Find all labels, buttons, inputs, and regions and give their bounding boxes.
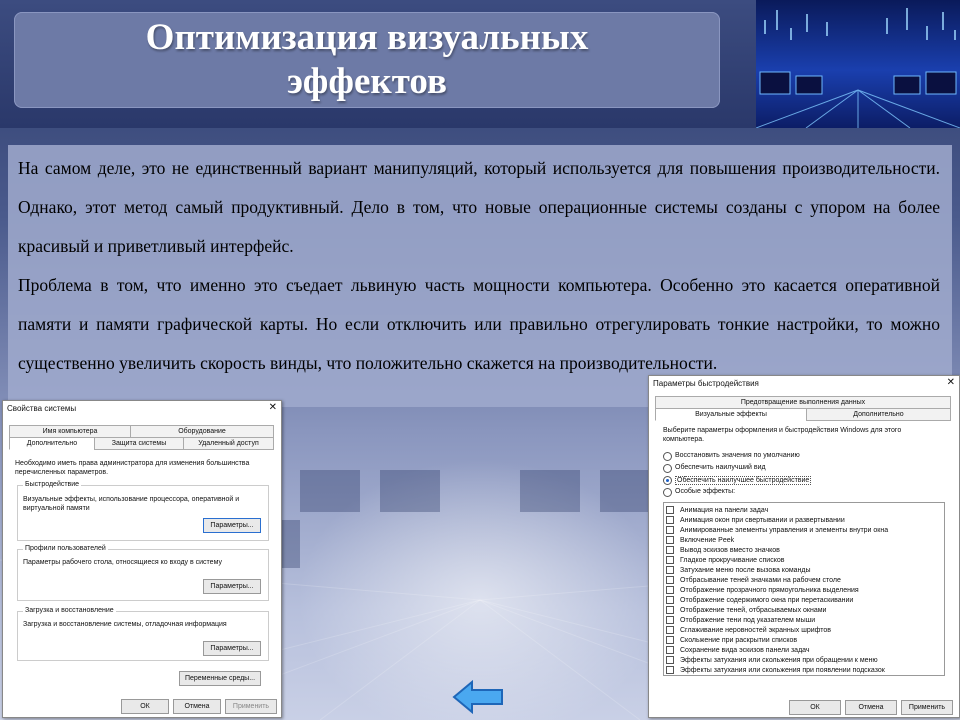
list-item[interactable]: Затухание меню после вызова команды xyxy=(666,565,944,575)
apply-button[interactable]: Применить xyxy=(901,700,953,715)
profiles-heading: Профили пользователей xyxy=(23,545,108,552)
checkbox[interactable] xyxy=(666,526,674,534)
admin-note: Необходимо иметь права администратора дл… xyxy=(15,460,250,476)
list-item[interactable]: Отображение теней, отбрасываемых окнами xyxy=(666,605,944,615)
list-item[interactable]: Анимация окон при свертывании и разверты… xyxy=(666,515,944,525)
paragraph-1: На самом деле, это не единственный вариа… xyxy=(18,158,940,256)
list-item[interactable]: Отображение прозрачного прямоугольника в… xyxy=(666,585,944,595)
startup-heading: Загрузка и восстановление xyxy=(23,607,116,614)
radio-custom[interactable] xyxy=(663,488,672,497)
close-icon[interactable]: ✕ xyxy=(269,402,277,413)
radio-default-label: Восстановить значения по умолчанию xyxy=(675,452,800,459)
list-item[interactable]: Анимация на панели задач xyxy=(666,505,944,515)
list-item[interactable]: Включение Peek xyxy=(666,535,944,545)
checkbox[interactable] xyxy=(666,606,674,614)
close-icon[interactable]: ✕ xyxy=(947,377,955,388)
tab-system-protection[interactable]: Защита системы xyxy=(94,437,184,450)
list-item[interactable]: Отбрасывание теней значками на рабочем с… xyxy=(666,575,944,585)
text-panel: На самом деле, это не единственный вариа… xyxy=(8,145,952,407)
list-item[interactable]: Скольжение при раскрытии списков xyxy=(666,635,944,645)
performance-options-dialog: Параметры быстродействия ✕ Предотвращени… xyxy=(648,375,960,718)
checkbox[interactable] xyxy=(666,636,674,644)
radio-default[interactable] xyxy=(663,452,672,461)
intro-text: Выберите параметры оформления и быстроде… xyxy=(663,427,902,443)
list-item[interactable]: Сохранение вида эскизов панели задач xyxy=(666,645,944,655)
ok-button[interactable]: ОК xyxy=(121,699,169,714)
list-item[interactable]: Отображение тени под указателем мыши xyxy=(666,615,944,625)
tab-advanced[interactable]: Дополнительно xyxy=(806,408,951,421)
checkbox[interactable] xyxy=(666,556,674,564)
effects-list[interactable]: Анимация на панели задач Анимация окон п… xyxy=(663,502,945,676)
checkbox[interactable] xyxy=(666,546,674,554)
checkbox[interactable] xyxy=(666,596,674,604)
radio-custom-label: Особые эффекты: xyxy=(675,488,736,495)
paragraph-2: Проблема в том, что именно это съедает л… xyxy=(18,275,940,373)
list-item[interactable]: Эффекты затухания или скольжения при поя… xyxy=(666,665,944,675)
checkbox[interactable] xyxy=(666,576,674,584)
checkbox[interactable] xyxy=(666,506,674,514)
checkbox[interactable] xyxy=(666,656,674,664)
tab-remote[interactable]: Удаленный доступ xyxy=(183,437,274,450)
checkbox[interactable] xyxy=(666,566,674,574)
checkbox[interactable] xyxy=(666,516,674,524)
checkbox[interactable] xyxy=(666,616,674,624)
startup-settings-button[interactable]: Параметры... xyxy=(203,641,261,656)
slide-title: Оптимизация визуальных эффектов xyxy=(145,17,589,102)
list-item[interactable]: Эффекты затухания или скольжения при обр… xyxy=(666,655,944,665)
cancel-button[interactable]: Отмена xyxy=(845,700,897,715)
tab-advanced[interactable]: Дополнительно xyxy=(9,437,95,450)
tab-visual-effects[interactable]: Визуальные эффекты xyxy=(655,408,807,421)
list-item[interactable]: Гладкое прокручивание списков xyxy=(666,555,944,565)
system-properties-dialog: Свойства системы ✕ Имя компьютера Оборуд… xyxy=(2,400,282,718)
profiles-settings-button[interactable]: Параметры... xyxy=(203,579,261,594)
radio-best-appearance[interactable] xyxy=(663,464,672,473)
profiles-desc: Параметры рабочего стола, относящиеся ко… xyxy=(23,559,222,566)
radio-best-performance[interactable] xyxy=(663,476,672,485)
dialog-title: Параметры быстродействия xyxy=(653,379,759,388)
back-arrow-icon[interactable] xyxy=(452,680,504,714)
startup-desc: Загрузка и восстановление системы, отлад… xyxy=(23,621,227,628)
checkbox[interactable] xyxy=(666,536,674,544)
list-item[interactable]: Сглаживание неровностей экранных шрифтов xyxy=(666,625,944,635)
performance-desc: Визуальные эффекты, использование процес… xyxy=(23,496,240,512)
checkbox[interactable] xyxy=(666,646,674,654)
corner-image xyxy=(756,0,960,128)
environment-variables-button[interactable]: Переменные среды... xyxy=(179,671,261,686)
list-item[interactable]: Анимированные элементы управления и элем… xyxy=(666,525,944,535)
ok-button[interactable]: ОК xyxy=(789,700,841,715)
checkbox[interactable] xyxy=(666,626,674,634)
list-item[interactable]: Отображение содержимого окна при перетас… xyxy=(666,595,944,605)
radio-best-appearance-label: Обеспечить наилучший вид xyxy=(675,464,766,471)
radio-best-performance-label: Обеспечить наилучшее быстродействие xyxy=(675,476,812,485)
title-box: Оптимизация визуальных эффектов xyxy=(14,12,720,108)
performance-settings-button[interactable]: Параметры... xyxy=(203,518,261,533)
list-item[interactable]: Вывод эскизов вместо значков xyxy=(666,545,944,555)
apply-button[interactable]: Применить xyxy=(225,699,277,714)
dialog-title: Свойства системы xyxy=(7,404,77,413)
checkbox[interactable] xyxy=(666,666,674,674)
performance-heading: Быстродействие xyxy=(23,481,82,488)
cancel-button[interactable]: Отмена xyxy=(173,699,221,714)
checkbox[interactable] xyxy=(666,586,674,594)
